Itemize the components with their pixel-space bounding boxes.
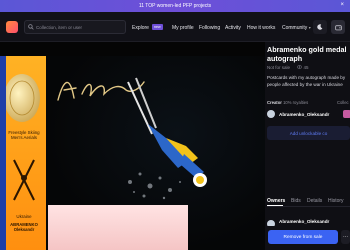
ski-slope [48,205,188,250]
tab-history[interactable]: History [328,198,344,204]
promo-banner-text[interactable]: 11 TOP women-led PFP projects [139,3,211,9]
item-description-line2: people affected by the war in Ukraine [267,81,343,87]
search-input[interactable] [36,24,125,30]
add-unlockable-content-button[interactable]: Add unlockable co [267,126,350,140]
nav-how-it-works[interactable]: How it works [247,25,275,31]
creator-name[interactable]: Abramenko_Oleksandr [279,112,329,117]
nav-following[interactable]: Following [199,25,220,31]
owner-name[interactable]: Abramenko_Oleksandr [279,219,329,224]
country-label: Ukraine [16,214,32,219]
tab-owners[interactable]: Owners [267,198,285,204]
collection-avatar[interactable] [343,110,350,118]
creator-label: Creator [267,100,282,105]
item-title: Abramenko gold medal autograph [267,45,350,63]
nav-community[interactable]: Community ▾ [282,25,311,31]
nav-activity[interactable]: Activity [225,25,241,31]
new-badge: new [152,24,163,30]
theme-toggle-button[interactable] [313,20,327,34]
action-bar: Remove from sale ··· [265,226,350,250]
sale-status: Not for sale [267,65,291,70]
tab-bids[interactable]: Bids [291,198,301,204]
artwork-viewer[interactable]: Freestyle Skiing Men's Aerials Ukraine A… [0,42,265,250]
search-box[interactable] [24,20,126,34]
more-options-button[interactable]: ··· [341,230,350,244]
tabs-divider [267,206,350,207]
skier-pictogram [13,159,35,201]
chevron-down-icon: ▾ [308,25,311,30]
search-icon [28,24,34,30]
item-title-line1: Abramenko gold medal [267,45,347,54]
close-icon[interactable]: × [340,2,344,8]
royalties-label: 10% royalties [283,100,309,105]
item-status-row: Not for sale 45 [267,65,309,70]
collection-label: Collec [337,100,349,105]
item-description-line1: Postcards with my autograph made by [267,75,346,80]
creator-avatar[interactable] [267,110,275,118]
moon-icon [317,24,323,30]
creator-heading: Creator 10% royalties [267,100,308,105]
rarible-logo[interactable] [6,21,18,33]
event-label: Freestyle Skiing Men's Aerials [8,130,40,140]
main-nav: Explore new My profile Following Activit… [0,12,350,42]
views-count: 45 [297,65,309,70]
tab-details[interactable]: Details [307,198,322,204]
athlete-name: ABRAMENKO Oleksandr [10,222,38,232]
remove-from-sale-button[interactable]: Remove from sale [268,230,338,244]
nav-explore[interactable]: Explore [132,25,149,31]
item-details-panel: Abramenko gold medal autograph Not for s… [265,42,350,250]
wallet-button[interactable] [331,20,345,34]
wallet-icon [334,24,342,30]
views-value: 45 [303,65,309,70]
nav-my-profile[interactable]: My profile [172,25,194,31]
nav-community-label: Community [282,25,308,31]
promo-banner[interactable]: 11 TOP women-led PFP projects × [0,0,350,12]
item-title-line2: autograph [267,54,303,63]
item-description: Postcards with my autograph made by peop… [267,75,350,88]
snow-spray [128,172,181,200]
postcard-panel: Freestyle Skiing Men's Aerials Ukraine A… [0,56,46,250]
eye-icon [297,65,303,69]
gold-medal-image [6,74,40,122]
